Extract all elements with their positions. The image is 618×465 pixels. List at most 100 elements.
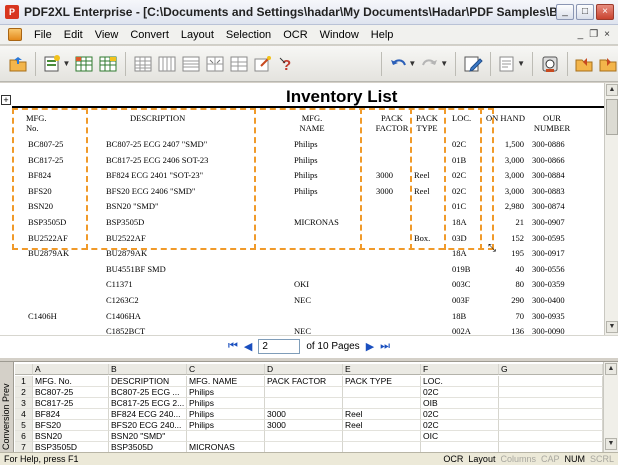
menu-view[interactable]: View xyxy=(89,29,125,41)
grid-row-number[interactable]: 6 xyxy=(15,431,33,442)
grid-cell[interactable]: Reel xyxy=(343,420,421,431)
grid-cell[interactable]: DESCRIPTION xyxy=(109,376,187,387)
open-folder-icon[interactable] xyxy=(8,52,28,76)
undo-dropdown-icon[interactable]: ▼ xyxy=(408,59,416,68)
grid-cell[interactable] xyxy=(499,409,603,420)
grid-column-header[interactable]: F xyxy=(421,364,499,375)
grid-scrollbar[interactable]: ▲ ▼ xyxy=(603,362,618,452)
first-page-button[interactable]: ⏮ xyxy=(228,340,238,353)
grid-cell[interactable]: 02C xyxy=(421,409,499,420)
page-number-input[interactable] xyxy=(258,339,301,354)
grid-cell[interactable]: PACK TYPE xyxy=(343,376,421,387)
table-selection-area[interactable] xyxy=(12,108,494,250)
scroll-up-icon[interactable]: ▲ xyxy=(606,84,618,96)
merge-icon[interactable] xyxy=(205,52,225,76)
grid-cell[interactable]: BF824 xyxy=(33,409,109,420)
grid-cell[interactable]: 02C xyxy=(421,387,499,398)
grid-cell[interactable]: Philips xyxy=(187,420,265,431)
grid-column-header[interactable]: B xyxy=(109,364,187,375)
grid-cell[interactable]: MICRONAS xyxy=(187,442,265,452)
column-divider[interactable] xyxy=(480,108,482,250)
menu-edit[interactable]: Edit xyxy=(58,29,89,41)
spreadsheet-grid[interactable]: A B C D E F G 1 MFG. No. DESCRIPTION MFG. NAME PACK… xyxy=(15,362,603,452)
resize-handle-icon[interactable]: ⤡ xyxy=(488,243,496,254)
grid-cell[interactable]: BSP3505D xyxy=(33,442,109,452)
grid-column-header[interactable] xyxy=(15,364,33,375)
chevron-down-icon[interactable]: ▼ xyxy=(62,59,70,68)
grid-cell[interactable]: Reel xyxy=(343,409,421,420)
column-divider[interactable] xyxy=(86,108,88,250)
grid-row-number[interactable]: 5 xyxy=(15,420,33,431)
grid-cell[interactable] xyxy=(343,442,421,452)
grid-cell[interactable] xyxy=(499,420,603,431)
back-icon[interactable] xyxy=(574,52,594,76)
grid-scroll-down-icon[interactable]: ▼ xyxy=(605,438,617,450)
table-icon[interactable] xyxy=(98,52,118,76)
column-divider[interactable] xyxy=(444,108,446,250)
grid-cell[interactable] xyxy=(343,387,421,398)
undo-icon[interactable] xyxy=(388,52,408,76)
grid-cell[interactable]: BSN20 "SMD" xyxy=(109,431,187,442)
grid-cell[interactable]: OIC xyxy=(421,431,499,442)
viewer-scrollbar[interactable]: ▲ ▼ xyxy=(604,83,618,335)
scroll-down-icon[interactable]: ▼ xyxy=(606,321,618,333)
menu-help[interactable]: Help xyxy=(365,29,400,41)
grid-cell[interactable]: MFG. NAME xyxy=(187,376,265,387)
mdi-restore-button[interactable]: ❐ xyxy=(589,29,598,40)
grid-cell[interactable]: BFS20 xyxy=(33,420,109,431)
column-divider[interactable] xyxy=(254,108,256,250)
grid-cell[interactable] xyxy=(499,387,603,398)
grid-cell[interactable] xyxy=(265,387,343,398)
grid-cell[interactable]: BF824 ECG 240... xyxy=(109,409,187,420)
grid-column-header[interactable]: G xyxy=(499,364,603,375)
grid-column-header[interactable]: D xyxy=(265,364,343,375)
grid-cell[interactable]: 02C xyxy=(421,420,499,431)
grid-column-header[interactable]: E xyxy=(343,364,421,375)
grid-cell[interactable] xyxy=(499,442,603,452)
menu-ocr[interactable]: OCR xyxy=(277,29,313,41)
columns-icon[interactable] xyxy=(157,52,177,76)
document-icon[interactable] xyxy=(8,28,22,41)
menu-selection[interactable]: Selection xyxy=(220,29,277,41)
menu-convert[interactable]: Convert xyxy=(124,29,175,41)
grid-cell[interactable]: BFS20 ECG 240... xyxy=(109,420,187,431)
menu-file[interactable]: File xyxy=(28,29,58,41)
grid-cell[interactable] xyxy=(265,398,343,409)
minimize-button[interactable]: _ xyxy=(556,4,574,20)
column-divider[interactable] xyxy=(410,108,412,250)
maximize-button[interactable]: □ xyxy=(576,4,594,20)
grid-cell[interactable]: BSP3505D xyxy=(109,442,187,452)
grid-cell[interactable]: Philips xyxy=(187,409,265,420)
grid-row-number[interactable]: 3 xyxy=(15,398,33,409)
edit-icon[interactable] xyxy=(463,52,483,76)
grid-scroll-up-icon[interactable]: ▲ xyxy=(605,363,617,375)
prev-page-button[interactable]: ◀ xyxy=(244,340,252,353)
grid-cell[interactable]: BC807-25 xyxy=(33,387,109,398)
grid-column-header[interactable]: C xyxy=(187,364,265,375)
grid-cell[interactable]: OIB xyxy=(421,398,499,409)
rows-icon[interactable] xyxy=(181,52,201,76)
excel-export-icon[interactable] xyxy=(74,52,94,76)
grid-cell[interactable] xyxy=(343,398,421,409)
grid-cell[interactable]: MFG. No. xyxy=(33,376,109,387)
properties-icon[interactable] xyxy=(497,52,517,76)
last-page-button[interactable]: ⏭ xyxy=(380,340,390,353)
new-layout-icon[interactable] xyxy=(42,52,62,76)
ocr-icon[interactable] xyxy=(540,52,560,76)
grid-row-number[interactable]: 4 xyxy=(15,409,33,420)
forward-icon[interactable] xyxy=(598,52,618,76)
conversion-preview-tab[interactable]: Conversion Prev xyxy=(0,362,14,452)
split-icon[interactable] xyxy=(229,52,249,76)
grid-cell[interactable]: Philips xyxy=(187,387,265,398)
column-divider[interactable] xyxy=(360,108,362,250)
grid-cell[interactable]: BC817-25 ECG 2... xyxy=(109,398,187,409)
grid-cell[interactable] xyxy=(499,398,603,409)
grid-cell[interactable]: BC817-25 xyxy=(33,398,109,409)
help-icon[interactable]: ? xyxy=(277,52,297,76)
grid-row-number[interactable]: 2 xyxy=(15,387,33,398)
wizard-icon[interactable] xyxy=(253,52,273,76)
grid-cell[interactable]: BC807-25 ECG ... xyxy=(109,387,187,398)
mdi-close-button[interactable]: × xyxy=(604,29,610,40)
move-handle-icon[interactable]: + xyxy=(1,95,11,105)
properties-dropdown-icon[interactable]: ▼ xyxy=(517,59,525,68)
